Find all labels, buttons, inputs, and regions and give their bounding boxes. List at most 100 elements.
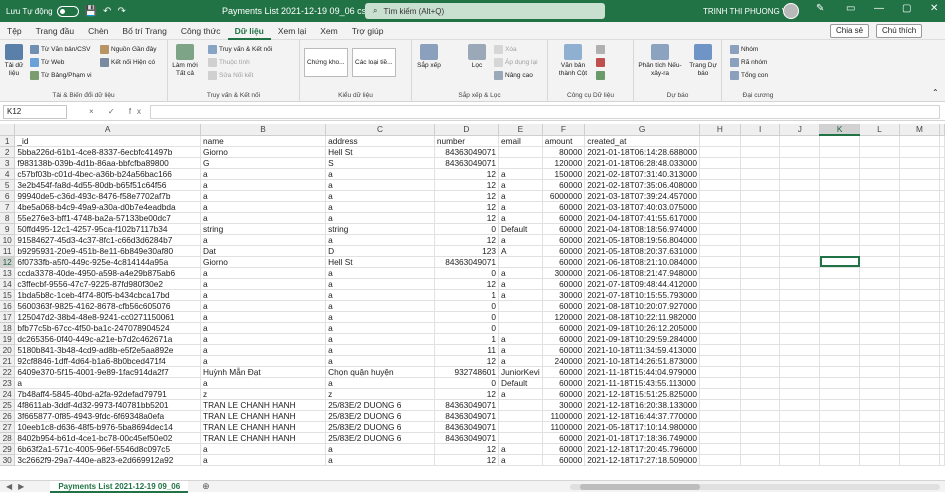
cell[interactable]: bfb77c5b-67cc-4f50-ba1c-247078904524: [14, 322, 201, 334]
cell[interactable]: [740, 355, 781, 367]
cell[interactable]: [939, 366, 945, 378]
cell[interactable]: [779, 234, 821, 246]
cell[interactable]: 60000: [542, 377, 586, 389]
cell[interactable]: [939, 135, 945, 147]
tab-3[interactable]: Bố trí Trang: [115, 22, 173, 40]
cell[interactable]: [740, 135, 781, 147]
autosave[interactable]: Lưu Tự động: [6, 5, 79, 17]
cell[interactable]: [819, 223, 861, 235]
advanced-button[interactable]: Nâng cao: [494, 71, 533, 80]
cell[interactable]: a: [325, 278, 435, 290]
cell[interactable]: [699, 355, 741, 367]
cell[interactable]: a: [498, 355, 543, 367]
cell[interactable]: [819, 267, 861, 279]
cell[interactable]: [740, 366, 781, 378]
cell[interactable]: 2021-02-18T07:31:40.313000: [584, 168, 700, 180]
cell[interactable]: [819, 355, 861, 367]
flash-fill-icon[interactable]: [596, 45, 607, 54]
cell[interactable]: 25/83E/2 DUONG 6: [325, 421, 435, 433]
column-header-M[interactable]: M: [899, 124, 941, 136]
cell[interactable]: a: [200, 201, 327, 213]
cell[interactable]: TRAN LE CHANH HANH: [200, 399, 327, 411]
cell[interactable]: [819, 168, 861, 180]
get-data-button[interactable]: Tải dữ liệu: [3, 44, 25, 78]
row-header[interactable]: 3: [0, 157, 16, 169]
cell[interactable]: [740, 179, 781, 191]
cell[interactable]: 55e276e3-bff1-4748-ba2a-57133be00dc7: [14, 212, 201, 224]
cell[interactable]: [740, 443, 781, 455]
cell[interactable]: a: [200, 443, 327, 455]
cell[interactable]: [740, 278, 781, 290]
cell[interactable]: [939, 432, 945, 444]
maximize-icon[interactable]: ▢: [902, 3, 911, 14]
cell[interactable]: [779, 366, 821, 378]
cell[interactable]: a: [325, 289, 435, 301]
cell[interactable]: 12: [434, 388, 499, 400]
cell[interactable]: [498, 157, 543, 169]
cell[interactable]: [699, 333, 741, 345]
column-header-extra[interactable]: [939, 124, 945, 136]
cell[interactable]: [498, 311, 543, 323]
cell[interactable]: 84363049071: [434, 157, 499, 169]
cell[interactable]: 5180b841-3b48-4cd9-ad8b-e5f2e5aa892e: [14, 344, 201, 356]
cell[interactable]: [699, 234, 741, 246]
cell[interactable]: TRAN LE CHANH HANH: [200, 421, 327, 433]
cell[interactable]: f983138b-039b-4d1b-86aa-bbfcfba89800: [14, 157, 201, 169]
row-header[interactable]: 18: [0, 322, 16, 334]
data-validation-icon[interactable]: [596, 71, 607, 80]
cell[interactable]: [779, 443, 821, 455]
cell[interactable]: a: [200, 179, 327, 191]
cell[interactable]: a: [200, 168, 327, 180]
cell[interactable]: 11: [434, 344, 499, 356]
row-header[interactable]: 15: [0, 289, 16, 301]
sort-button[interactable]: Sắp xếp: [416, 44, 442, 70]
cell[interactable]: [899, 399, 941, 411]
cell[interactable]: [899, 168, 941, 180]
cell[interactable]: a: [498, 267, 543, 279]
cell[interactable]: [939, 322, 945, 334]
cell[interactable]: 2021-12-18T16:44:37.770000: [584, 410, 700, 422]
cell[interactable]: 2021-05-18T08:19:56.804000: [584, 234, 700, 246]
cell[interactable]: 2021-05-18T08:20:37.631000: [584, 245, 700, 257]
row-header[interactable]: 11: [0, 245, 16, 257]
cell[interactable]: string: [200, 223, 327, 235]
existing-connections-button[interactable]: Kết nối Hiện có: [100, 58, 155, 67]
tab-8[interactable]: Trợ giúp: [345, 22, 391, 40]
cell[interactable]: [779, 223, 821, 235]
cell[interactable]: 25/83E/2 DUONG 6: [325, 432, 435, 444]
cell[interactable]: 2021-05-18T17:10:14.980000: [584, 421, 700, 433]
cell[interactable]: 12: [434, 355, 499, 367]
cell[interactable]: a: [200, 190, 327, 202]
cell[interactable]: 2021-09-18T10:29:59.284000: [584, 333, 700, 345]
cell[interactable]: 6b63f2a1-571c-4005-96ef-5546d8c097c5: [14, 443, 201, 455]
cell[interactable]: [779, 322, 821, 334]
comment-button[interactable]: Chú thích: [876, 24, 923, 38]
cell[interactable]: [740, 157, 781, 169]
cell[interactable]: 30000: [542, 399, 586, 411]
user-name[interactable]: TRINH THI PHUONG VI: [703, 7, 790, 16]
row-header[interactable]: 26: [0, 410, 16, 422]
cell[interactable]: a: [200, 212, 327, 224]
share-button[interactable]: Chia sẻ: [830, 24, 870, 38]
cell[interactable]: [819, 421, 861, 433]
cell[interactable]: [819, 322, 861, 334]
cell[interactable]: a: [325, 311, 435, 323]
cell[interactable]: 99940de5-c36d-493c-8476-f58e7702af7b: [14, 190, 201, 202]
cell[interactable]: 84363049071: [434, 410, 499, 422]
cell[interactable]: dc265356-0f40-449c-a21e-b7d2c462671a: [14, 333, 201, 345]
cell[interactable]: name: [200, 135, 327, 147]
cell[interactable]: [899, 234, 941, 246]
cell[interactable]: [939, 344, 945, 356]
cell[interactable]: a: [325, 190, 435, 202]
cell[interactable]: 12: [434, 454, 499, 466]
row-header[interactable]: 5: [0, 179, 16, 191]
cell[interactable]: 1bda5b8c-1ceb-4f74-80f5-b434cbca17bd: [14, 289, 201, 301]
cell[interactable]: [859, 289, 900, 301]
cell[interactable]: [899, 190, 941, 202]
cell[interactable]: a: [325, 454, 435, 466]
cell[interactable]: [899, 256, 941, 268]
cell[interactable]: email: [498, 135, 543, 147]
cell[interactable]: [498, 300, 543, 312]
properties-button[interactable]: Thuộc tính: [208, 58, 250, 67]
cell[interactable]: [699, 289, 741, 301]
